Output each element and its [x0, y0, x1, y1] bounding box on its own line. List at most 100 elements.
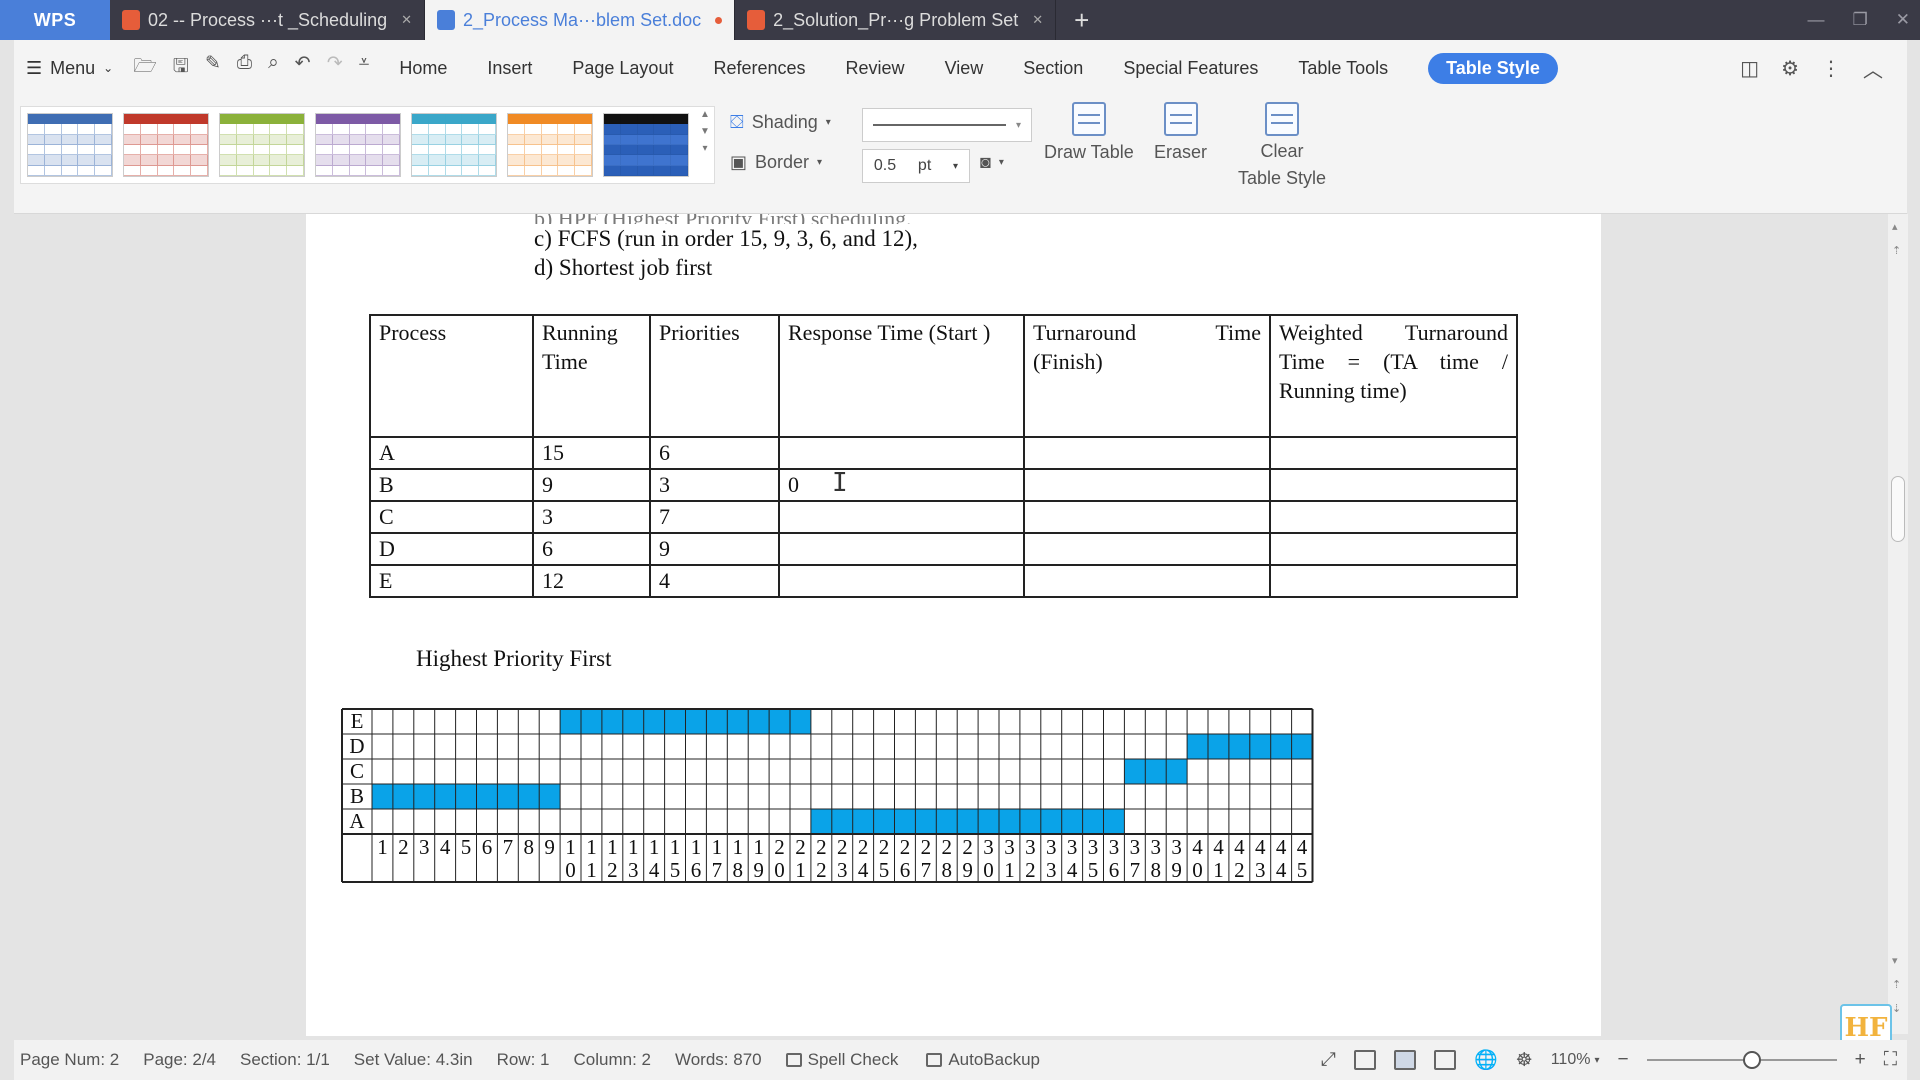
fit-page-icon[interactable]: ⛶	[1884, 1049, 1897, 1071]
expand-gallery-icon[interactable]: ▾	[702, 143, 707, 154]
header-running-time[interactable]: Running Time	[532, 314, 651, 438]
clear-table-style-button[interactable]: Clear Table Style	[1238, 102, 1326, 192]
close-window-icon[interactable]: ✕	[1896, 10, 1910, 30]
panel-icon[interactable]: ◫	[1740, 56, 1759, 81]
status-section[interactable]: Section: 1/1	[240, 1050, 330, 1070]
table-cell[interactable]: C	[369, 500, 534, 534]
tab-process-scheduling[interactable]: 02 -- Process ···t _Scheduling ✕	[110, 0, 426, 40]
eye-protection-icon[interactable]: ☸	[1516, 1049, 1533, 1072]
table-cell[interactable]: D	[369, 532, 534, 566]
table-cell[interactable]: 12	[532, 564, 651, 598]
table-cell[interactable]	[1023, 468, 1271, 502]
table-cell[interactable]	[1269, 532, 1518, 566]
table-style-swatch[interactable]	[603, 113, 689, 177]
table-cell[interactable]: 3	[532, 500, 651, 534]
table-cell[interactable]: 7	[649, 500, 780, 534]
table-style-swatch[interactable]	[123, 113, 209, 177]
table-cell[interactable]	[778, 532, 1025, 566]
outline-view-icon[interactable]	[1433, 1050, 1456, 1070]
format-painter-icon[interactable]: ✎	[205, 52, 221, 84]
draw-table-button[interactable]: Draw Table	[1044, 102, 1134, 163]
open-folder-icon[interactable]: 🗁	[133, 52, 157, 84]
menu-view[interactable]: View	[945, 58, 984, 79]
menu-section[interactable]: Section	[1023, 58, 1083, 79]
chevron-up-icon[interactable]: ▲	[700, 109, 710, 120]
shading-button[interactable]: ⛋ Shading ▾	[730, 112, 831, 133]
menu-references[interactable]: References	[713, 58, 805, 79]
menu-review[interactable]: Review	[846, 58, 905, 79]
wps-app-button[interactable]: WPS	[0, 0, 110, 40]
table-style-swatch[interactable]	[315, 113, 401, 177]
gantt-chart[interactable]: EDCBA1 2 3 4 5 6 7 8 9 10111213141516171819202122…	[341, 708, 1526, 888]
table-cell[interactable]: 4	[649, 564, 780, 598]
scroll-down-icon[interactable]: ▾	[1892, 954, 1898, 967]
close-icon[interactable]: ✕	[1032, 12, 1043, 28]
table-cell[interactable]	[778, 500, 1025, 534]
print-icon[interactable]: ⎙	[237, 52, 252, 84]
status-words[interactable]: Words: 870	[675, 1050, 762, 1070]
table-cell[interactable]	[1269, 564, 1518, 598]
table-cell[interactable]	[1023, 532, 1271, 566]
tab-solution[interactable]: 2_Solution_Pr···g Problem Set ✕	[735, 0, 1057, 40]
process-table[interactable]: Process Running Time Priorities Response…	[369, 314, 1518, 598]
table-cell[interactable]	[1023, 564, 1271, 598]
status-set-value[interactable]: Set Value: 4.3in	[354, 1050, 473, 1070]
status-page-num[interactable]: Page Num: 2	[20, 1050, 119, 1070]
table-cell[interactable]: 9	[532, 468, 651, 502]
table-cell[interactable]	[1269, 500, 1518, 534]
zoom-slider-knob[interactable]	[1742, 1051, 1761, 1069]
table-cell[interactable]: 6	[649, 436, 780, 470]
line-width-field[interactable]: 0.5 pt ▾	[862, 149, 970, 183]
table-cell[interactable]: A	[369, 436, 534, 470]
customize-icon[interactable]: ⩡	[359, 52, 370, 84]
header-turnaround-time[interactable]: Turnaround Time (Finish)	[1023, 314, 1271, 438]
table-cell[interactable]	[1023, 500, 1271, 534]
gantt-bar-a[interactable]	[810, 809, 1125, 834]
table-style-swatch[interactable]	[219, 113, 305, 177]
collapse-ribbon-icon[interactable]: ︿	[1863, 54, 1883, 83]
zoom-slider[interactable]	[1646, 1051, 1837, 1069]
table-style-swatch[interactable]	[411, 113, 497, 177]
menu-page-layout[interactable]: Page Layout	[572, 58, 673, 79]
table-cell[interactable]	[1269, 468, 1518, 502]
reading-view-icon[interactable]	[1353, 1050, 1376, 1070]
scrollbar-thumb[interactable]	[1891, 476, 1905, 542]
gantt-bar-b[interactable]	[372, 784, 561, 809]
table-style-swatch[interactable]	[507, 113, 593, 177]
table-cell[interactable]: 9	[649, 532, 780, 566]
border-button[interactable]: ▣ Border ▾	[730, 152, 822, 173]
table-cell[interactable]: 0	[778, 468, 1025, 502]
settings-gear-icon[interactable]: ⚙	[1781, 56, 1799, 81]
document-page[interactable]: b) HPF (Highest Priority First) scheduli…	[306, 214, 1601, 1036]
menu-home[interactable]: Home	[399, 58, 447, 79]
zoom-dropdown-icon[interactable]: ▾	[1594, 1055, 1599, 1066]
menu-table-style[interactable]: Table Style	[1428, 52, 1558, 84]
spell-check-button[interactable]: Spell Check	[785, 1050, 898, 1070]
gallery-scroll[interactable]: ▲ ▼ ▾	[698, 109, 712, 154]
header-weighted-turnaround[interactable]: Weighted Turnaround Time = (TA time / Ru…	[1269, 314, 1518, 438]
fullscreen-icon[interactable]: ⤢	[1321, 1049, 1336, 1071]
zoom-in-icon[interactable]: +	[1855, 1049, 1866, 1071]
header-process[interactable]: Process	[369, 314, 534, 438]
zoom-out-icon[interactable]: −	[1617, 1049, 1628, 1071]
line-style-dropdown[interactable]: ▾	[862, 108, 1032, 142]
table-cell[interactable]	[1269, 436, 1518, 470]
header-priorities[interactable]: Priorities	[649, 314, 780, 438]
eraser-button[interactable]: Eraser	[1154, 102, 1207, 163]
status-page[interactable]: Page: 2/4	[143, 1050, 216, 1070]
new-tab-button[interactable]: +	[1056, 0, 1107, 40]
pen-color-button[interactable]: ◙ ▾	[980, 152, 1004, 173]
page-prev-icon[interactable]: ⇡	[1892, 978, 1901, 991]
table-cell[interactable]: 3	[649, 468, 780, 502]
scroll-up-icon[interactable]: ▴	[1892, 220, 1898, 233]
header-response-time[interactable]: Response Time (Start )	[778, 314, 1025, 438]
more-options-icon[interactable]: ⋮	[1821, 56, 1841, 81]
web-view-icon[interactable]: 🌐	[1474, 1048, 1498, 1072]
menu-special-features[interactable]: Special Features	[1123, 58, 1258, 79]
tab-problem-set[interactable]: 2_Process Ma···blem Set.doc	[425, 0, 736, 40]
autobackup-button[interactable]: AutoBackup	[926, 1050, 1040, 1070]
table-cell[interactable]	[778, 564, 1025, 598]
table-cell[interactable]: B	[369, 468, 534, 502]
table-cell[interactable]	[1023, 436, 1271, 470]
page-view-icon[interactable]	[1393, 1050, 1416, 1070]
